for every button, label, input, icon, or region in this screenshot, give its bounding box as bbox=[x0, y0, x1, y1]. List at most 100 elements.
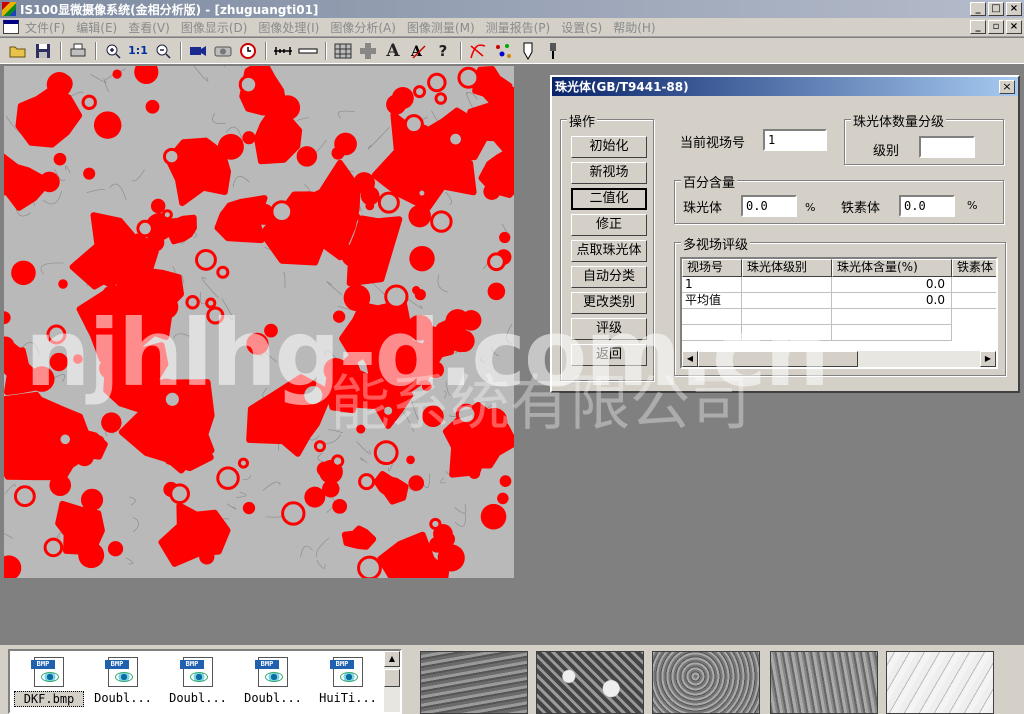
font-icon[interactable]: A bbox=[408, 41, 428, 61]
scroll-thumb[interactable] bbox=[384, 669, 400, 687]
scroll-thumb[interactable] bbox=[698, 351, 858, 367]
thumbnail-image[interactable] bbox=[886, 651, 994, 714]
minimize-button[interactable]: _ bbox=[970, 2, 986, 16]
thumbnail-image[interactable] bbox=[652, 651, 760, 714]
grain-icon[interactable] bbox=[333, 41, 353, 61]
correct-button[interactable]: 修正 bbox=[571, 214, 647, 236]
rating-grid[interactable]: 视场号 珠光体级别 珠光体含量(%) 铁素体 1 0.0 平均值 0.0 ◀ ▶ bbox=[680, 257, 998, 369]
menu-image-processing[interactable]: 图像处理(I) bbox=[256, 19, 328, 36]
file-list-scrollbar[interactable]: ▲ bbox=[384, 651, 400, 712]
dialog-close-button[interactable]: × bbox=[999, 80, 1015, 94]
multi-field-group: 多视场评级 视场号 珠光体级别 珠光体含量(%) 铁素体 1 0.0 平均值 0… bbox=[674, 234, 1006, 376]
text-icon[interactable]: A bbox=[383, 41, 403, 61]
grade-input[interactable] bbox=[919, 136, 975, 158]
camera-icon[interactable] bbox=[188, 41, 208, 61]
points-icon[interactable] bbox=[493, 41, 513, 61]
bmp-file-icon: BMP bbox=[330, 657, 363, 687]
scroll-up-icon[interactable]: ▲ bbox=[384, 651, 400, 667]
change-class-button[interactable]: 更改类别 bbox=[571, 292, 647, 314]
percent-group: 百分含量 珠光体 0.0 % 铁素体 0.0 % bbox=[674, 172, 1004, 224]
multi-field-label: 多视场评级 bbox=[681, 234, 751, 253]
table-cell bbox=[952, 293, 996, 309]
pick-pearlite-button[interactable]: 点取珠光体 bbox=[571, 240, 647, 262]
col-ferrite[interactable]: 铁素体 bbox=[952, 259, 996, 277]
print-icon[interactable] bbox=[68, 41, 88, 61]
zoom-out-icon[interactable] bbox=[153, 41, 173, 61]
capture-icon[interactable] bbox=[213, 41, 233, 61]
save-icon[interactable] bbox=[33, 41, 53, 61]
ruler-icon[interactable] bbox=[273, 41, 293, 61]
col-pearlite-level[interactable]: 珠光体级别 bbox=[742, 259, 832, 277]
thumbnail-image[interactable] bbox=[536, 651, 644, 714]
menu-view[interactable]: 查看(V) bbox=[126, 19, 179, 36]
child-minimize-button[interactable]: _ bbox=[970, 20, 986, 34]
close-button[interactable]: × bbox=[1006, 2, 1022, 16]
file-item[interactable]: BMP Doubl... bbox=[238, 657, 308, 705]
file-item[interactable]: BMP Doubl... bbox=[163, 657, 233, 705]
file-item[interactable]: BMP HuiTi... bbox=[313, 657, 383, 705]
ferrite-percent-input[interactable]: 0.0 bbox=[899, 195, 955, 217]
menu-report[interactable]: 测量报告(P) bbox=[484, 19, 560, 36]
scroll-right-icon[interactable]: ▶ bbox=[980, 351, 996, 367]
menu-image-display[interactable]: 图像显示(D) bbox=[179, 19, 257, 36]
brush-icon[interactable] bbox=[543, 41, 563, 61]
menu-file[interactable]: 文件(F) bbox=[23, 19, 74, 36]
col-pearlite-content[interactable]: 珠光体含量(%) bbox=[832, 259, 952, 277]
menu-edit[interactable]: 编辑(E) bbox=[74, 19, 126, 36]
bmp-file-icon: BMP bbox=[180, 657, 213, 687]
open-folder-icon[interactable] bbox=[8, 41, 28, 61]
cross-icon[interactable] bbox=[358, 41, 378, 61]
new-field-button[interactable]: 新视场 bbox=[571, 162, 647, 184]
col-field-no[interactable]: 视场号 bbox=[682, 259, 742, 277]
window-controls: _ □ × bbox=[970, 2, 1022, 16]
menu-settings[interactable]: 设置(S) bbox=[559, 19, 611, 36]
child-close-button[interactable]: × bbox=[1006, 20, 1022, 34]
table-cell: 1 bbox=[682, 277, 742, 293]
file-item[interactable]: BMP Doubl... bbox=[88, 657, 158, 705]
file-browser-panel: BMP DKF.bmp BMP Doubl... BMP Doubl... BM… bbox=[0, 645, 1024, 714]
child-window-controls: _ ▫ × bbox=[970, 20, 1022, 34]
thumbnail-image[interactable] bbox=[420, 651, 528, 714]
pearlite-dialog: 珠光体(GB/T9441-88) × 操作 初始化 新视场 二值化 修正 点取珠… bbox=[550, 75, 1020, 393]
table-cell bbox=[742, 293, 832, 309]
rate-button[interactable]: 评级 bbox=[571, 318, 647, 340]
table-cell bbox=[952, 277, 996, 293]
auto-classify-button[interactable]: 自动分类 bbox=[571, 266, 647, 288]
field-no-input[interactable]: 1 bbox=[763, 129, 827, 151]
document-icon[interactable] bbox=[3, 20, 19, 34]
scroll-left-icon[interactable]: ◀ bbox=[682, 351, 698, 367]
bmp-file-icon: BMP bbox=[105, 657, 138, 687]
ferrite-label: 铁素体 bbox=[841, 201, 881, 216]
help-icon[interactable]: ? bbox=[433, 41, 453, 61]
window-title: IS100显微摄像系统(金相分析版) - [zhuguangti01] bbox=[20, 2, 319, 17]
child-restore-button[interactable]: ▫ bbox=[988, 20, 1004, 34]
pearlite-percent-unit: % bbox=[805, 201, 816, 214]
pen-icon[interactable] bbox=[518, 41, 538, 61]
percent-group-label: 百分含量 bbox=[681, 172, 738, 191]
file-name: DKF.bmp bbox=[14, 691, 84, 707]
measure-line-icon[interactable] bbox=[298, 41, 318, 61]
menu-help[interactable]: 帮助(H) bbox=[611, 19, 664, 36]
menu-image-analysis[interactable]: 图像分析(A) bbox=[328, 19, 405, 36]
menu-image-measure[interactable]: 图像测量(M) bbox=[405, 19, 484, 36]
clock-icon[interactable] bbox=[238, 41, 258, 61]
grade-group-label: 珠光体数量分级 bbox=[851, 111, 947, 130]
micrograph-canvas[interactable] bbox=[4, 66, 514, 578]
actual-size-icon[interactable]: 1:1 bbox=[128, 41, 148, 61]
maximize-button[interactable]: □ bbox=[988, 2, 1004, 16]
zoom-in-icon[interactable] bbox=[103, 41, 123, 61]
table-cell bbox=[742, 277, 832, 293]
binarize-button[interactable]: 二值化 bbox=[571, 188, 647, 210]
file-item[interactable]: BMP DKF.bmp bbox=[14, 657, 84, 707]
dialog-title: 珠光体(GB/T9441-88) bbox=[552, 77, 1018, 96]
table-cell: 0.0 bbox=[832, 293, 952, 309]
pearlite-percent-input[interactable]: 0.0 bbox=[741, 195, 797, 217]
grade-label: 级别 bbox=[873, 144, 900, 159]
curve-icon[interactable] bbox=[468, 41, 488, 61]
grid-horizontal-scrollbar[interactable]: ◀ ▶ bbox=[682, 351, 996, 367]
thumbnail-image[interactable] bbox=[770, 651, 878, 714]
init-button[interactable]: 初始化 bbox=[571, 136, 647, 158]
svg-text:A: A bbox=[410, 44, 423, 60]
bmp-file-icon: BMP bbox=[31, 657, 64, 687]
return-button[interactable]: 返回 bbox=[571, 344, 647, 366]
